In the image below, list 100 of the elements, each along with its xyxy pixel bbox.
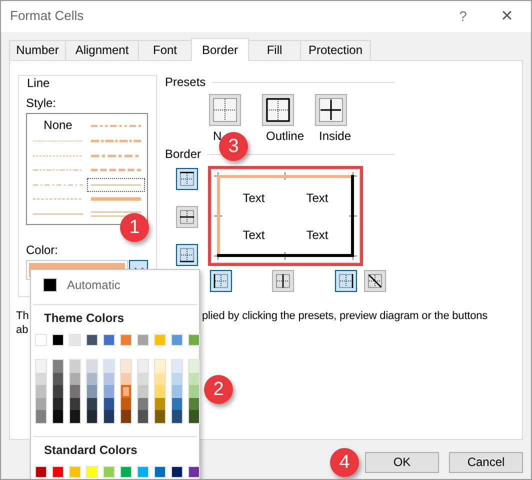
color-swatch[interactable] (53, 410, 63, 422)
color-swatch[interactable] (121, 372, 131, 385)
color-swatch[interactable] (53, 360, 63, 372)
color-swatch[interactable] (35, 334, 47, 346)
color-swatch[interactable] (52, 334, 64, 346)
color-swatch[interactable] (171, 466, 183, 478)
color-swatch[interactable] (87, 360, 97, 372)
color-swatch[interactable] (155, 360, 165, 372)
border-toggle-button[interactable] (210, 270, 232, 292)
color-swatch[interactable] (36, 385, 46, 398)
preset-button[interactable] (315, 94, 347, 126)
color-swatch[interactable] (87, 372, 97, 385)
color-swatch[interactable] (189, 385, 199, 398)
color-swatch[interactable] (69, 334, 81, 346)
border-toggle-button[interactable] (176, 206, 198, 228)
color-swatch[interactable] (70, 410, 80, 422)
dialog-button[interactable]: OK (365, 452, 439, 473)
automatic-option[interactable]: Automatic (33, 270, 197, 300)
border-toggle-button[interactable] (176, 168, 198, 190)
color-swatch[interactable] (138, 372, 148, 385)
menu-heading: Theme Colors (43, 311, 126, 326)
color-swatch[interactable] (189, 410, 199, 422)
color-swatch[interactable] (188, 334, 200, 346)
color-swatch[interactable] (121, 398, 131, 410)
color-swatch[interactable] (137, 466, 149, 478)
color-swatch[interactable] (155, 410, 165, 422)
preset-label: Inside (318, 129, 352, 144)
color-swatch[interactable] (69, 466, 81, 478)
color-swatch[interactable] (121, 385, 131, 398)
color-swatch[interactable] (70, 372, 80, 385)
color-swatch[interactable] (104, 385, 114, 398)
color-swatch[interactable] (172, 372, 182, 385)
field-label: Color: (26, 243, 60, 258)
color-swatch[interactable] (104, 398, 114, 410)
color-swatch[interactable] (36, 372, 46, 385)
color-swatch[interactable] (138, 360, 148, 372)
color-swatch[interactable] (172, 385, 182, 398)
color-swatch[interactable] (121, 410, 131, 422)
color-swatch[interactable] (87, 385, 97, 398)
tab[interactable]: Number (9, 40, 66, 60)
line-style-option[interactable]: None (29, 117, 87, 134)
color-swatch[interactable] (36, 410, 46, 422)
color-swatch[interactable] (53, 385, 63, 398)
color-swatch[interactable] (70, 385, 80, 398)
color-swatch[interactable] (120, 466, 132, 478)
color-swatch[interactable] (171, 334, 183, 346)
border-toggle-button[interactable] (176, 244, 198, 266)
close-button[interactable]: × (483, 4, 531, 29)
line-style-option[interactable] (91, 137, 141, 146)
color-swatch[interactable] (87, 398, 97, 410)
color-swatch[interactable] (36, 360, 46, 372)
border-toggle-button[interactable] (364, 270, 386, 292)
tab[interactable]: Border (191, 38, 249, 61)
preset-button[interactable] (262, 94, 294, 126)
color-swatch[interactable] (103, 334, 115, 346)
color-swatch[interactable] (104, 410, 114, 422)
preview-text: Text (242, 191, 265, 206)
color-swatch[interactable] (154, 466, 166, 478)
color-swatch[interactable] (35, 466, 47, 478)
color-swatch[interactable] (53, 398, 63, 410)
tab[interactable]: Protection (300, 40, 371, 60)
preset-button[interactable] (209, 94, 241, 126)
color-swatch[interactable] (70, 398, 80, 410)
color-swatch[interactable] (154, 334, 166, 346)
color-swatch[interactable] (155, 372, 165, 385)
description-text: plied by clicking the presets, preview diagram or the buttons (202, 310, 488, 322)
color-swatch[interactable] (137, 334, 149, 346)
color-swatch[interactable] (104, 360, 114, 372)
color-swatch[interactable] (172, 410, 182, 422)
description-text: ab (16, 324, 28, 338)
color-swatch[interactable] (120, 334, 132, 346)
color-swatch[interactable] (155, 385, 165, 398)
color-swatch[interactable] (189, 372, 199, 385)
color-swatch[interactable] (36, 398, 46, 410)
color-swatch[interactable] (188, 466, 200, 478)
border-toggle-button[interactable] (335, 270, 357, 292)
color-swatch[interactable] (155, 398, 165, 410)
color-swatch[interactable] (53, 372, 63, 385)
color-swatch[interactable] (172, 398, 182, 410)
line-style-option[interactable] (91, 166, 141, 174)
color-swatch[interactable] (70, 360, 80, 372)
color-swatch[interactable] (138, 385, 148, 398)
dialog-button[interactable]: Cancel (449, 452, 523, 473)
border-toggle-button[interactable] (272, 270, 294, 292)
color-swatch[interactable] (138, 410, 148, 422)
color-swatch[interactable] (86, 334, 98, 346)
color-swatch[interactable] (138, 398, 148, 410)
description-text: Th (16, 310, 29, 324)
border-preview[interactable]: Text Text Text Text (212, 170, 359, 262)
line-style-option[interactable] (91, 195, 141, 204)
color-swatch[interactable] (87, 410, 97, 422)
color-swatch[interactable] (189, 360, 199, 372)
color-swatch[interactable] (104, 372, 114, 385)
color-swatch[interactable] (121, 360, 131, 372)
color-swatch[interactable] (86, 466, 98, 478)
color-swatch[interactable] (189, 398, 199, 410)
help-button[interactable]: ? (443, 8, 483, 26)
color-swatch[interactable] (172, 360, 182, 372)
color-swatch[interactable] (103, 466, 115, 478)
color-swatch[interactable] (52, 466, 64, 478)
